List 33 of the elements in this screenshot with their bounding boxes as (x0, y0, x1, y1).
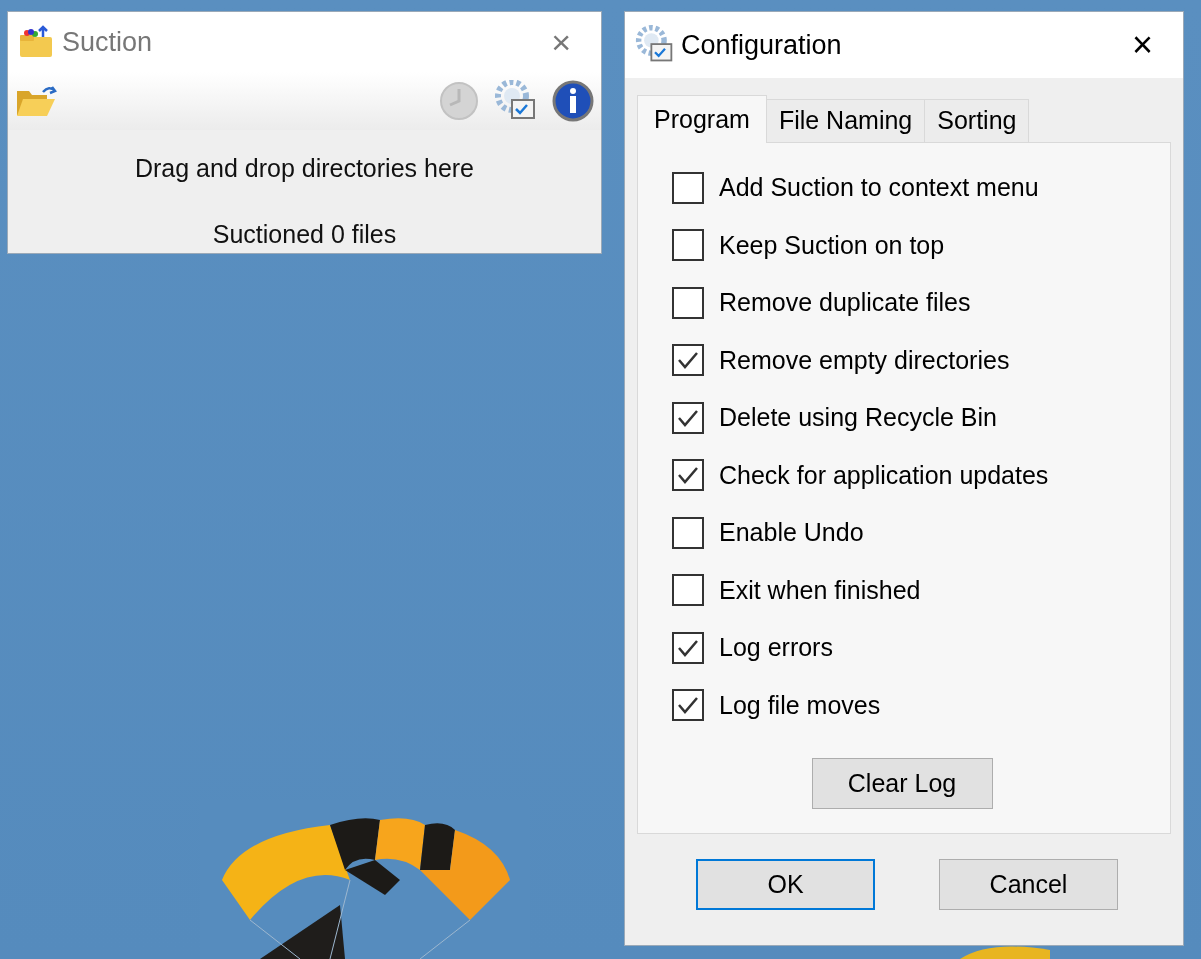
clear-log-button[interactable]: Clear Log (811, 758, 993, 809)
folder-icon (18, 25, 54, 60)
checkbox-label: Log file moves (719, 689, 881, 721)
checkbox[interactable] (672, 286, 704, 319)
dialog-button[interactable]: Cancel (939, 859, 1118, 910)
close-button[interactable]: × (1131, 27, 1153, 63)
info-icon[interactable] (552, 80, 594, 123)
checkbox-label: Log errors (719, 632, 833, 663)
dialog-button[interactable]: OK (696, 859, 875, 910)
checkbox-label: Add Suction to context menu (719, 172, 1039, 203)
checkbox[interactable] (672, 574, 704, 607)
checkbox[interactable] (672, 401, 704, 434)
checkbox[interactable] (672, 631, 704, 664)
checkbox-label: Keep Suction on top (719, 229, 945, 261)
checkbox-label: Remove duplicate files (719, 287, 971, 318)
drop-hint-text: Drag and drop directories here (134, 153, 475, 184)
checkbox[interactable] (672, 344, 704, 377)
checkbox-label: Exit when finished (719, 574, 921, 606)
checkbox-label: Enable Undo (719, 517, 864, 548)
tab[interactable]: Sorting (924, 99, 1030, 143)
checkbox[interactable] (672, 689, 704, 722)
checkbox-label: Remove empty directories (719, 344, 1010, 376)
status-text: Suctioned 0 files (212, 218, 397, 250)
window-title: Configuration (681, 28, 842, 62)
close-button[interactable]: × (551, 25, 571, 60)
checkbox[interactable] (672, 516, 704, 549)
window-title: Suction (62, 25, 153, 59)
checkbox[interactable] (672, 171, 704, 204)
tab[interactable]: Program (637, 95, 767, 143)
checkbox[interactable] (672, 229, 704, 262)
checkbox-label: Delete using Recycle Bin (719, 402, 997, 433)
checkbox-label: Check for application updates (719, 459, 1049, 491)
checkbox[interactable] (672, 459, 704, 492)
